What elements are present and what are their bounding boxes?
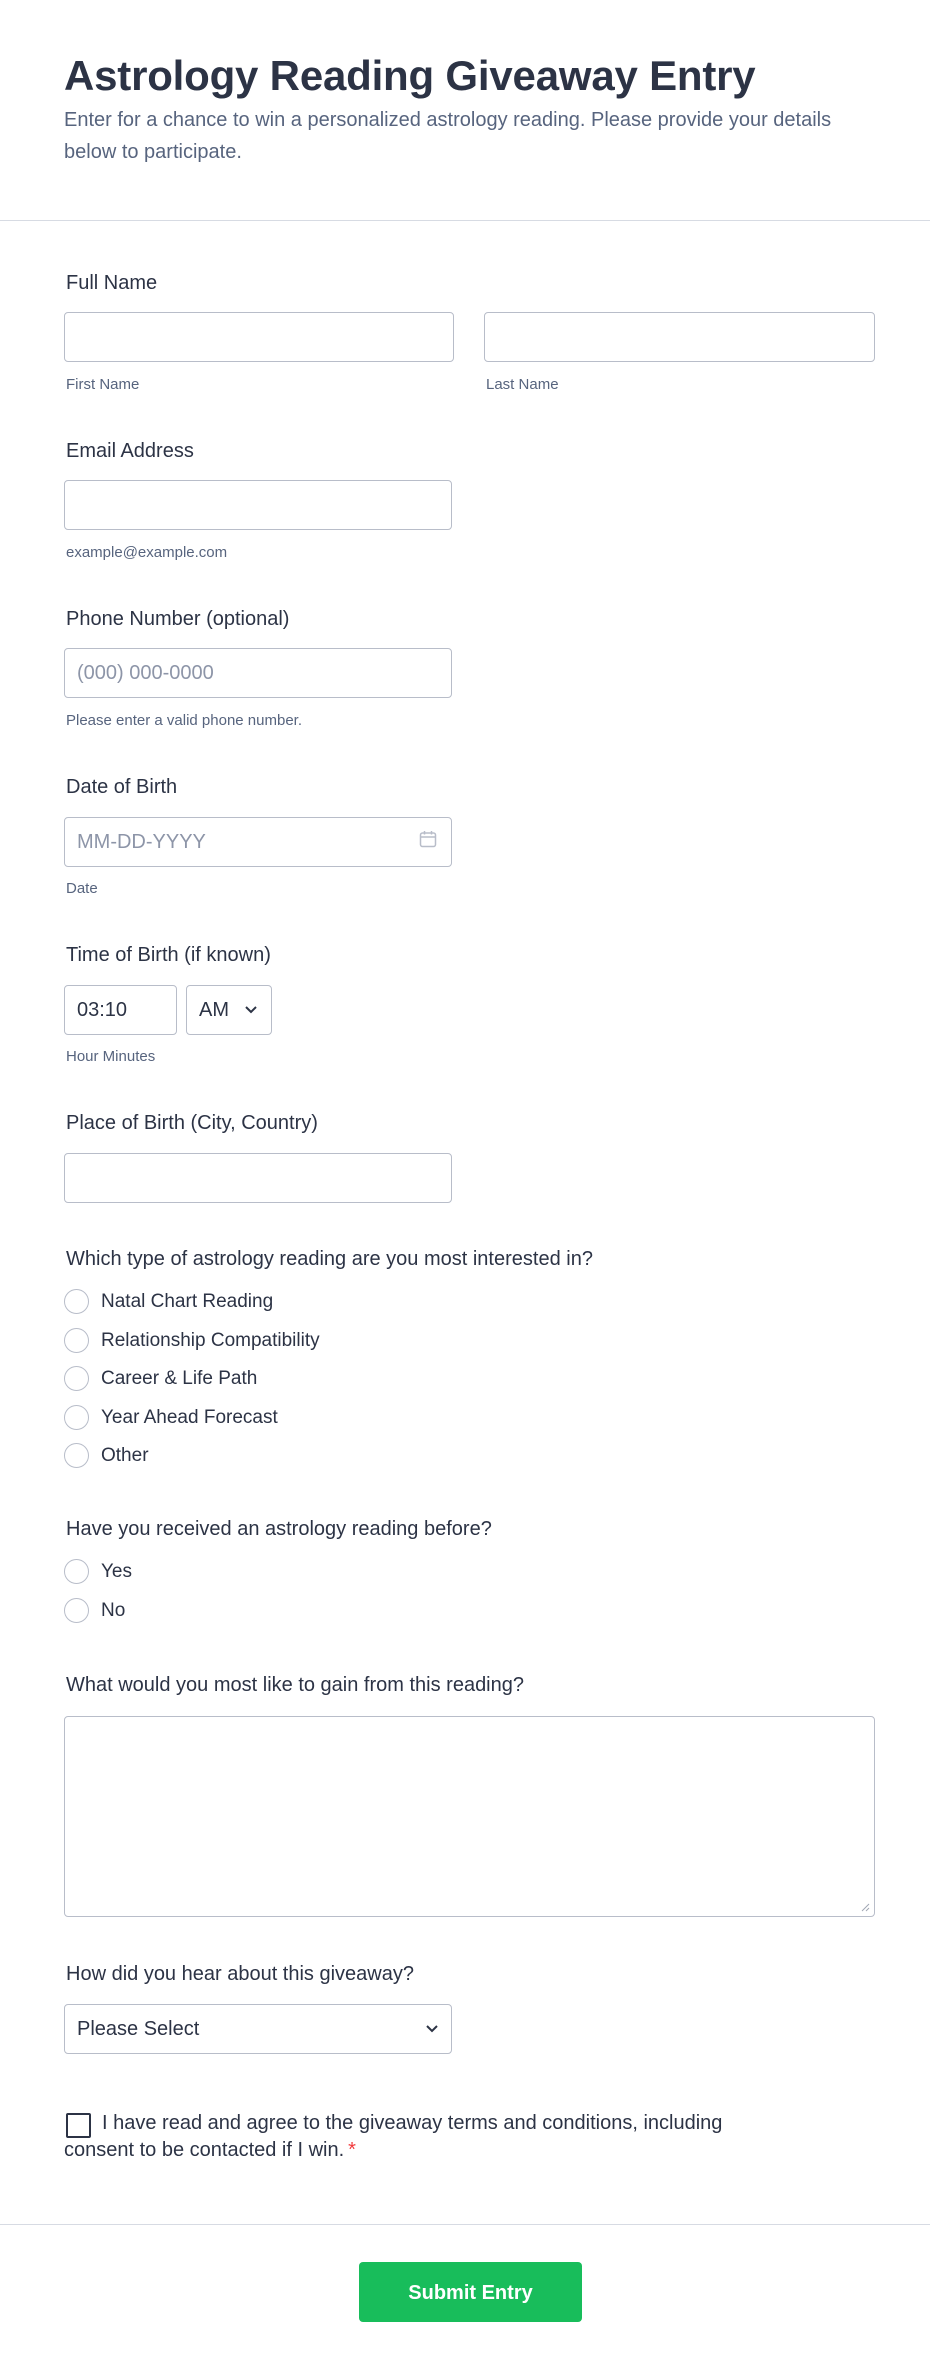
resize-grip-icon[interactable] bbox=[860, 1902, 870, 1912]
first-name-input[interactable] bbox=[64, 312, 454, 362]
radio-button[interactable] bbox=[64, 1443, 89, 1468]
last-name-sublabel: Last Name bbox=[486, 376, 559, 393]
chevron-down-icon bbox=[426, 2025, 438, 2033]
time-input[interactable]: 03:10 bbox=[64, 985, 177, 1035]
email-input[interactable] bbox=[64, 480, 452, 530]
tob-label: Time of Birth (if known) bbox=[66, 944, 271, 966]
form-title: Astrology Reading Giveaway Entry bbox=[64, 52, 756, 99]
radio-button[interactable] bbox=[64, 1328, 89, 1353]
radio-option-label: Career & Life Path bbox=[101, 1368, 258, 1389]
email-sublabel: example@example.com bbox=[66, 544, 228, 561]
radio-button[interactable] bbox=[64, 1559, 89, 1584]
referral-select[interactable]: Please Select bbox=[64, 2004, 452, 2054]
calendar-icon[interactable] bbox=[419, 830, 437, 848]
form-subtitle: Enter for a chance to win a personalized… bbox=[64, 109, 832, 163]
radio-button[interactable] bbox=[64, 1366, 89, 1391]
radio-option-label: Year Ahead Forecast bbox=[101, 1407, 278, 1428]
radio-button[interactable] bbox=[64, 1289, 89, 1314]
tob-sublabel: Hour Minutes bbox=[66, 1048, 156, 1065]
submit-button[interactable]: Submit Entry bbox=[359, 2262, 582, 2322]
full-name-label: Full Name bbox=[66, 272, 158, 294]
consent-label: I have read and agree to the giveaway te… bbox=[64, 2110, 784, 2164]
radio-button[interactable] bbox=[64, 1405, 89, 1430]
radio-option-label: Natal Chart Reading bbox=[101, 1291, 274, 1312]
pob-input[interactable] bbox=[64, 1153, 452, 1203]
gain-label: What would you most like to gain from th… bbox=[66, 1674, 524, 1696]
radio-option-label: Yes bbox=[101, 1561, 132, 1582]
form-header: Astrology Reading Giveaway Entry Enter f… bbox=[0, 0, 930, 221]
required-asterisk: * bbox=[348, 2139, 356, 2161]
reading-type-label: Which type of astrology reading are you … bbox=[66, 1248, 593, 1270]
consent-text: I have read and agree to the giveaway te… bbox=[64, 2112, 723, 2161]
radio-option-label: Other bbox=[101, 1445, 149, 1466]
ampm-select[interactable]: AM bbox=[186, 985, 272, 1035]
referral-selected-value: Please Select bbox=[77, 2018, 200, 2040]
radio-option-label: Relationship Compatibility bbox=[101, 1330, 320, 1351]
dob-sublabel: Date bbox=[66, 880, 98, 897]
first-name-sublabel: First Name bbox=[66, 376, 140, 393]
dob-input[interactable] bbox=[64, 817, 452, 867]
phone-label: Phone Number (optional) bbox=[66, 608, 290, 630]
phone-input[interactable] bbox=[64, 648, 452, 698]
phone-sublabel: Please enter a valid phone number. bbox=[66, 712, 302, 729]
radio-button[interactable] bbox=[64, 1598, 89, 1623]
dob-label: Date of Birth bbox=[66, 776, 178, 798]
chevron-down-icon bbox=[245, 1006, 257, 1014]
ampm-value: AM bbox=[199, 999, 229, 1021]
previous-reading-label: Have you received an astrology reading b… bbox=[66, 1518, 492, 1540]
footer-divider bbox=[0, 2224, 930, 2225]
last-name-input[interactable] bbox=[484, 312, 875, 362]
gain-textarea[interactable] bbox=[64, 1716, 875, 1917]
radio-option-label: No bbox=[101, 1600, 126, 1621]
email-label: Email Address bbox=[66, 440, 194, 462]
referral-label: How did you hear about this giveaway? bbox=[66, 1963, 414, 1985]
pob-label: Place of Birth (City, Country) bbox=[66, 1112, 318, 1134]
form-page: Astrology Reading Giveaway Entry Enter f… bbox=[0, 0, 930, 2372]
